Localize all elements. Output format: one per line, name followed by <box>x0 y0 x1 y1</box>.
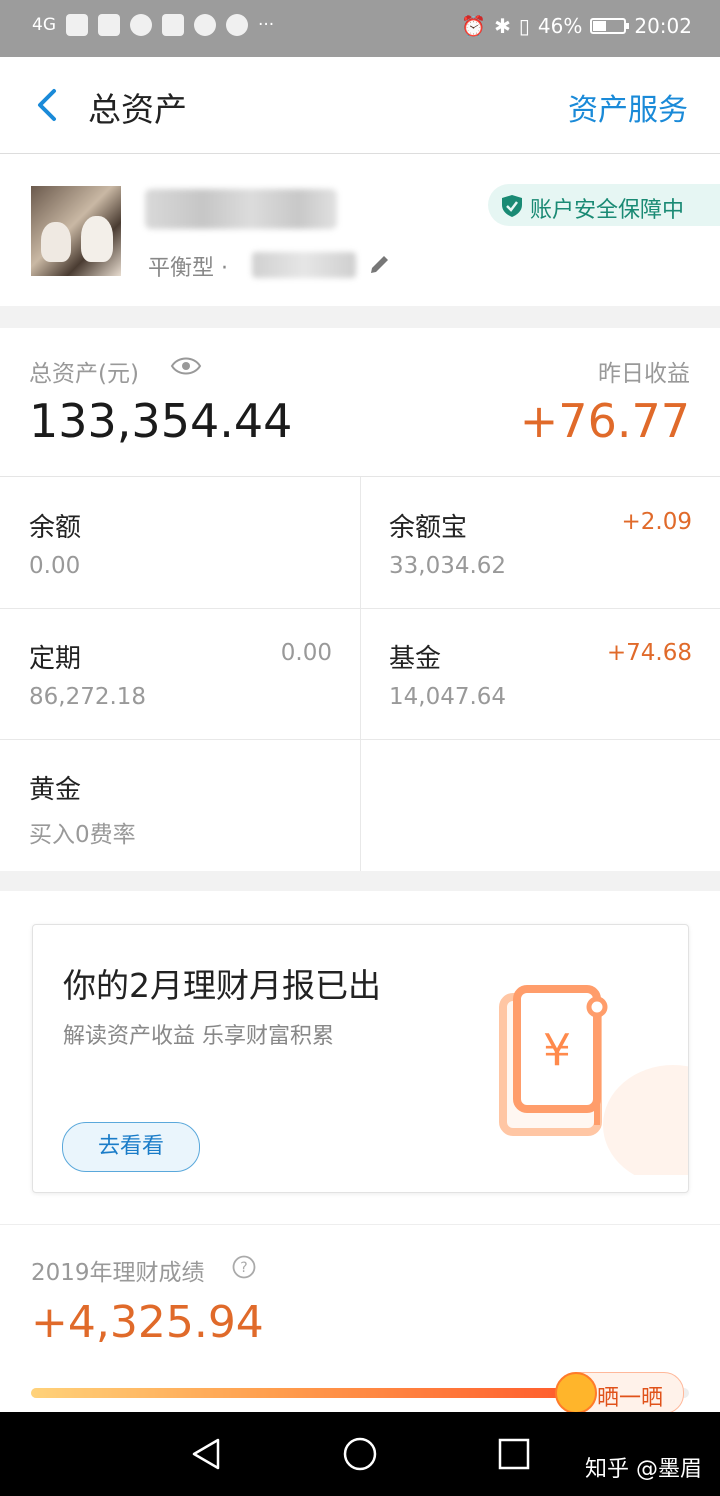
share-button[interactable]: 晒一晒 <box>555 1372 684 1414</box>
chat-app-icon <box>194 14 216 36</box>
total-assets-section: 总资产(元) 133,354.44 昨日收益 +76.77 <box>0 328 720 477</box>
money-bag-icon: ¥ <box>499 985 688 1175</box>
risk-type: 平衡型 · <box>148 256 228 281</box>
battery-percent: 46% <box>537 14 583 38</box>
signal-text: 4G <box>32 15 56 35</box>
top-header: 总资产 资产服务 <box>0 57 720 154</box>
avatar[interactable] <box>31 186 121 276</box>
smile-icon <box>555 1372 597 1414</box>
blurred-username <box>145 189 337 229</box>
asset-name: 定期 <box>29 644 82 674</box>
asset-delta: +74.68 <box>606 640 692 666</box>
asset-fund[interactable]: 基金 +74.68 14,047.64 <box>360 608 720 739</box>
monthly-report-card[interactable]: 你的2月理财月报已出 解读资产收益 乐享财富积累 去看看 ¥ <box>32 924 689 1193</box>
status-bar: 4G ··· ⏰ ✱ ▯ 46% 20:02 <box>0 0 720 57</box>
share-button-label: 晒一晒 <box>597 1386 664 1411</box>
asset-service-link[interactable]: 资产服务 <box>568 85 688 129</box>
report-title: 你的2月理财月报已出 <box>63 966 381 1005</box>
svg-text:¥: ¥ <box>543 1025 571 1076</box>
status-system: ⏰ ✱ ▯ 46% 20:02 <box>461 14 692 38</box>
asset-value: 14,047.64 <box>389 684 507 710</box>
video-app-icon <box>162 14 184 36</box>
system-nav-bar: 知乎 @墨眉 <box>0 1412 720 1496</box>
edit-pencil-icon[interactable] <box>368 252 392 276</box>
bluetooth-icon: ✱ <box>494 14 511 38</box>
asset-name: 黄金 <box>29 775 82 805</box>
view-report-button[interactable]: 去看看 <box>62 1122 200 1172</box>
grid-divider <box>0 608 720 609</box>
asset-value: 买入0费率 <box>29 822 136 848</box>
asset-delta: +2.09 <box>621 509 692 535</box>
asset-value: 86,272.18 <box>29 684 147 710</box>
svg-text:?: ? <box>240 1260 247 1276</box>
app-icon <box>226 14 248 36</box>
alarm-icon: ⏰ <box>461 14 487 38</box>
calendar-icon <box>98 14 120 36</box>
asset-balance[interactable]: 余额 0.00 <box>0 477 360 608</box>
yesterday-income-value: +76.77 <box>519 394 690 448</box>
asset-name: 基金 <box>389 644 442 674</box>
asset-name: 余额 <box>29 513 82 543</box>
page-title: 总资产 <box>88 90 187 129</box>
profile-section: 平衡型 · 账户安全保障中 <box>0 154 720 306</box>
asset-delta: 0.00 <box>280 640 332 666</box>
nfc-icon <box>66 14 88 36</box>
nav-recents-icon[interactable] <box>496 1436 532 1472</box>
nav-home-icon[interactable] <box>342 1436 378 1472</box>
asset-gold[interactable]: 黄金 买入0费率 <box>0 739 360 870</box>
blurred-account <box>252 252 356 278</box>
clock: 20:02 <box>634 14 692 38</box>
nav-back-icon[interactable] <box>188 1436 224 1472</box>
total-assets-value: 133,354.44 <box>29 394 293 448</box>
vibrate-icon: ▯ <box>518 14 530 38</box>
asset-value: 33,034.62 <box>389 553 507 579</box>
performance-label: 2019年理财成绩 <box>31 1260 205 1286</box>
message-icon <box>130 14 152 36</box>
performance-progress-fill <box>31 1388 578 1398</box>
yesterday-income-label: 昨日收益 <box>598 361 690 387</box>
help-icon[interactable]: ? <box>232 1255 256 1279</box>
watermark: 知乎 @墨眉 <box>585 1457 702 1482</box>
grid-divider <box>0 739 720 740</box>
asset-name: 余额宝 <box>389 513 468 543</box>
status-notifications: 4G ··· <box>32 14 274 36</box>
total-assets-label: 总资产(元) <box>29 361 139 387</box>
asset-fixed-term[interactable]: 定期 0.00 86,272.18 <box>0 608 360 739</box>
asset-value: 0.00 <box>29 553 81 579</box>
battery-icon <box>590 18 630 34</box>
report-subtitle: 解读资产收益 乐享财富积累 <box>63 1024 334 1049</box>
security-badge-label: 账户安全保障中 <box>530 198 685 223</box>
eye-icon[interactable] <box>170 354 202 378</box>
performance-value: +4,325.94 <box>31 1297 264 1348</box>
grid-divider-vertical <box>360 477 361 871</box>
asset-yuebao[interactable]: 余额宝 +2.09 33,034.62 <box>360 477 720 608</box>
shield-check-icon <box>502 195 522 217</box>
back-arrow-icon[interactable] <box>30 85 70 125</box>
security-badge[interactable]: 账户安全保障中 <box>488 184 720 226</box>
more-icon: ··· <box>258 15 275 35</box>
